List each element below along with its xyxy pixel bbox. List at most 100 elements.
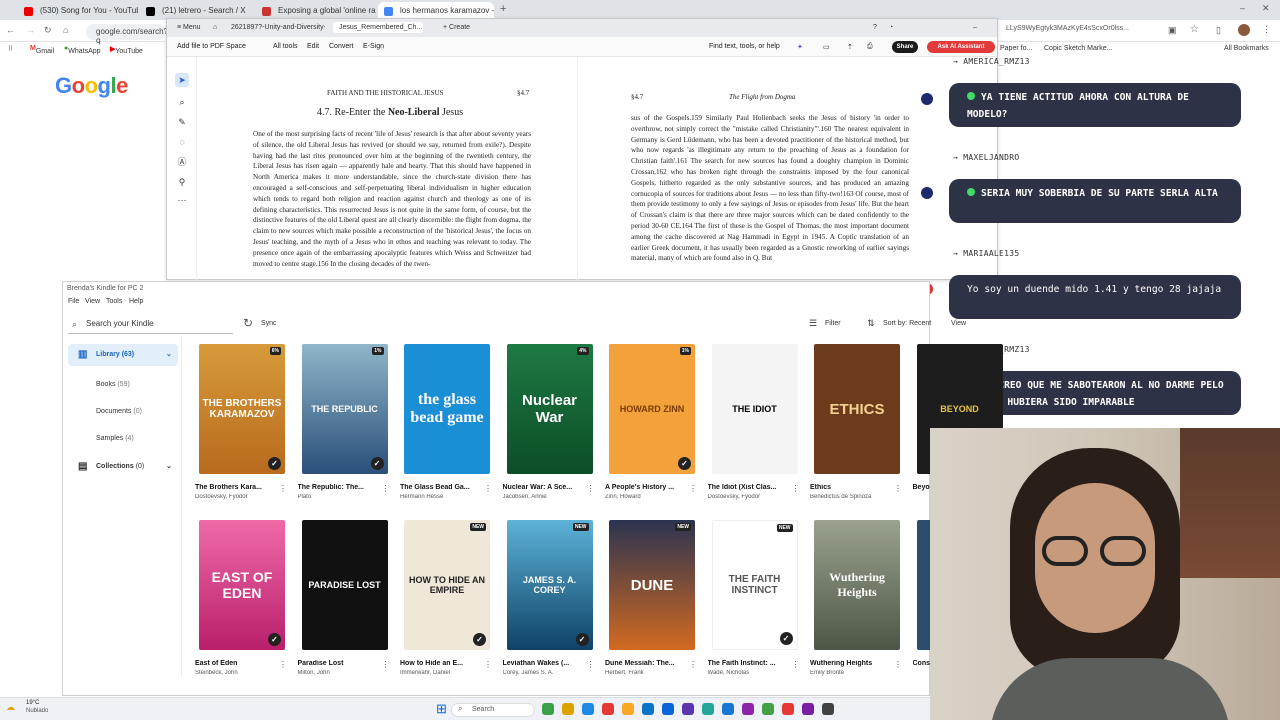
stamp-icon[interactable]: ⚲: [175, 175, 189, 189]
esign-button[interactable]: E-Sign: [363, 43, 384, 50]
book-cover[interactable]: THE IDIOT: [711, 344, 798, 474]
back-icon[interactable]: ←: [6, 25, 15, 35]
star-icon[interactable]: ☆: [1190, 24, 1199, 35]
taskbar-app-icon[interactable]: [682, 703, 694, 715]
profile-avatar[interactable]: [1238, 24, 1250, 36]
book-cover[interactable]: ETHICS: [814, 344, 900, 474]
convert-button[interactable]: Convert: [329, 43, 354, 50]
sidebar-item-library[interactable]: ▥ Library (63) ⌄: [68, 344, 178, 366]
browser-menu-icon[interactable]: ⋮: [1262, 24, 1271, 35]
upload-icon[interactable]: ⇡: [847, 43, 853, 51]
book-cover[interactable]: Wuthering Heights: [814, 520, 900, 650]
all-tools-button[interactable]: All tools: [273, 43, 298, 50]
book-more-icon[interactable]: ⋮: [587, 660, 595, 669]
comment-marker-icon[interactable]: [921, 93, 933, 105]
comment-marker-icon[interactable]: [921, 187, 933, 199]
window-close-icon[interactable]: ✕: [1262, 3, 1270, 14]
windows-start-icon[interactable]: ⊞: [436, 701, 447, 717]
taskbar-app-icon[interactable]: [642, 703, 654, 715]
taskbar-app-icon[interactable]: [802, 703, 814, 715]
sidebar-item-samples[interactable]: Samples (4): [68, 428, 178, 450]
sync-icon[interactable]: ↻: [243, 316, 253, 330]
book-more-icon[interactable]: ⋮: [382, 484, 390, 493]
add-file-button[interactable]: Add file to PDF Space: [177, 43, 246, 50]
share-button[interactable]: Share: [892, 41, 918, 53]
book-cover[interactable]: HOWARD ZINN 1% ✓: [609, 344, 695, 474]
book-cover[interactable]: the glass bead game: [404, 344, 490, 474]
url-input[interactable]: google.com/search?q: [86, 24, 168, 45]
sync-button[interactable]: Sync: [261, 320, 277, 327]
filter-icon[interactable]: ☰: [809, 318, 817, 329]
taskbar-app-icon[interactable]: [662, 703, 674, 715]
weather-temp[interactable]: 19°C: [26, 700, 39, 706]
bookmark-youtube[interactable]: ▶ YouTube: [110, 45, 143, 55]
view-button[interactable]: View: [951, 320, 966, 327]
book-cover[interactable]: PARADISE LOST: [301, 520, 388, 650]
text-select-icon[interactable]: Ⓐ: [175, 155, 189, 169]
book-cover[interactable]: Nuclear War 4%: [506, 344, 593, 474]
book-more-icon[interactable]: ⋮: [484, 484, 492, 493]
book-cover[interactable]: HOW TO HIDE AN EMPIRE NEW ✓: [404, 520, 490, 650]
taskbar-app-icon[interactable]: [562, 703, 574, 715]
book-more-icon[interactable]: ⋮: [382, 660, 390, 669]
forward-icon[interactable]: →: [26, 25, 35, 35]
book-more-icon[interactable]: ⋮: [689, 484, 697, 493]
zoom-icon[interactable]: ⌕: [175, 95, 189, 109]
taskbar-app-icon[interactable]: [722, 703, 734, 715]
book-cover[interactable]: EAST OF EDEN ✓: [199, 520, 285, 650]
home-icon[interactable]: ⌂: [207, 22, 223, 33]
book-more-icon[interactable]: ⋮: [587, 484, 595, 493]
home-icon[interactable]: ⌂: [63, 25, 68, 35]
find-tools-search[interactable]: Find text, tools, or help: [709, 43, 780, 50]
pdf-tab-active[interactable]: Jesus_Remembered_Ch...: [333, 22, 423, 33]
book-more-icon[interactable]: ⋮: [792, 660, 800, 669]
book-more-icon[interactable]: ⋮: [279, 660, 287, 669]
sidebar-item-documents[interactable]: Documents (0): [68, 401, 178, 423]
lasso-icon[interactable]: ◌: [175, 135, 189, 149]
book-cover[interactable]: THE REPUBLIC 1% ✓: [301, 344, 388, 474]
book-more-icon[interactable]: ⋮: [792, 484, 800, 493]
taskbar-app-icon[interactable]: [542, 703, 554, 715]
select-cursor-icon[interactable]: ➤: [175, 73, 189, 87]
help-icon[interactable]: ?: [867, 22, 883, 33]
taskbar-app-icon[interactable]: [742, 703, 754, 715]
pdf-menu-button[interactable]: ≡ Menu: [171, 22, 207, 33]
sidebar-item-collections[interactable]: ▤ Collections (0) ⌄: [68, 456, 178, 478]
sort-icon[interactable]: ⇅: [867, 318, 875, 329]
taskbar-app-icon[interactable]: [762, 703, 774, 715]
bookmark-whatsapp[interactable]: ● WhatsApp: [64, 45, 101, 55]
book-cover[interactable]: THE BROTHERS KARAMAZOV 6% ✓: [199, 344, 285, 474]
book-cover[interactable]: THE FAITH INSTINCT NEW ✓: [711, 520, 798, 650]
browser-tab[interactable]: (530) Song for You - YouTube: [18, 2, 138, 20]
ai-sparkle-icon[interactable]: ✦: [797, 43, 803, 51]
taskbar-app-icon[interactable]: [622, 703, 634, 715]
sidebar-item-books[interactable]: Books (59): [68, 374, 178, 396]
book-more-icon[interactable]: ⋮: [894, 660, 902, 669]
menu-file[interactable]: File: [68, 298, 79, 305]
new-tab-button[interactable]: +: [500, 3, 506, 15]
menu-tools[interactable]: Tools: [106, 298, 122, 305]
book-cover[interactable]: JAMES S. A. COREY NEW ✓: [506, 520, 593, 650]
extension-icon[interactable]: ▣: [1168, 25, 1177, 36]
pen-icon[interactable]: ✎: [175, 115, 189, 129]
book-cover[interactable]: DUNE NEW: [609, 520, 695, 650]
kindle-search-input[interactable]: Search your Kindle: [68, 314, 233, 334]
taskbar-app-icon[interactable]: [782, 703, 794, 715]
print-icon[interactable]: ⎙: [867, 43, 873, 51]
pdf-tab[interactable]: 2621897?-Unity-and-Diversity-i...: [225, 22, 325, 33]
book-more-icon[interactable]: ⋮: [279, 484, 287, 493]
comment-icon[interactable]: ▭: [823, 43, 830, 51]
apps-icon[interactable]: ⠿: [8, 45, 13, 53]
sidepanel-icon[interactable]: ▯: [1216, 25, 1221, 36]
menu-view[interactable]: View: [85, 298, 100, 305]
menu-help[interactable]: Help: [129, 298, 143, 305]
taskbar-app-icon[interactable]: [582, 703, 594, 715]
reload-icon[interactable]: ↻: [44, 25, 52, 36]
pdf-minimize-icon[interactable]: –: [967, 22, 983, 33]
taskbar-app-icon[interactable]: [602, 703, 614, 715]
create-tab-button[interactable]: + Create: [437, 22, 476, 33]
bookmark-gmail[interactable]: M Gmail: [30, 45, 54, 55]
bell-icon[interactable]: ◔: [883, 22, 899, 33]
filter-button[interactable]: Filter: [825, 320, 841, 327]
book-more-icon[interactable]: ⋮: [689, 660, 697, 669]
